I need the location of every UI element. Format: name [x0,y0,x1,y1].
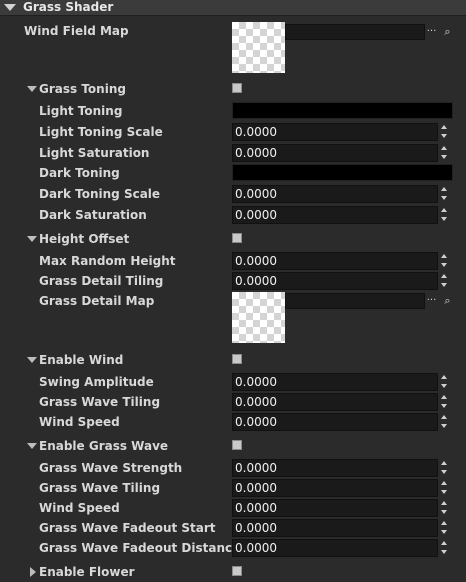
grass-wave-tiling-spinner[interactable] [440,394,448,410]
max-random-height-spinner[interactable] [440,253,448,269]
browse-icon[interactable]: ··· [425,295,438,308]
max-random-height-input[interactable]: 0.0000 [232,252,438,270]
grass-wave-tiling-label: Grass Wave Tiling [39,395,161,409]
chevron-right-icon[interactable] [30,567,36,577]
chevron-down-icon[interactable] [27,443,37,449]
dark-toning-color-swatch[interactable] [232,164,453,181]
grass-toning-checkbox[interactable] [232,83,242,93]
dark-saturation-spinner[interactable] [440,207,448,223]
enable-flower-checkbox[interactable] [232,566,242,576]
grass-toning-label: Grass Toning [39,82,126,96]
wave-wind-speed-row: Wind Speed 0.0000 [0,498,466,518]
grass-detail-tiling-spinner[interactable] [440,273,448,289]
section-title: Grass Shader [23,0,114,14]
light-saturation-input[interactable]: 0.0000 [232,144,438,162]
fadeout-distance-spinner[interactable] [440,540,448,556]
wind-field-map-thumbnail[interactable] [232,22,285,73]
grass-wave-strength-label: Grass Wave Strength [39,461,183,475]
swing-amplitude-spinner[interactable] [440,374,448,390]
wind-field-map-label: Wind Field Map [24,24,129,38]
dark-toning-scale-input[interactable]: 0.0000 [232,185,438,203]
light-toning-label: Light Toning [39,104,123,118]
grass-detail-tiling-input[interactable]: 0.0000 [232,272,438,290]
grass-toning-section[interactable]: Grass Toning [0,79,466,99]
fadeout-start-spinner[interactable] [440,520,448,536]
wind-field-map-path-field[interactable] [285,24,425,40]
property-panel: Grass Shader Wind Field Map ··· ⌕ Grass … [0,0,466,582]
grass-detail-map-path-field[interactable] [285,293,425,309]
grass-wave-tiling-input[interactable]: 0.0000 [232,393,438,411]
grass-detail-map-label: Grass Detail Map [39,294,155,308]
light-toning-scale-label: Light Toning Scale [39,125,163,139]
chevron-down-icon[interactable] [27,236,37,242]
swing-amplitude-row: Swing Amplitude 0.0000 [0,372,466,392]
height-offset-section[interactable]: Height Offset [0,229,466,249]
grass-wave-tiling-spinner[interactable] [440,480,448,496]
enable-wind-label: Enable Wind [39,353,124,367]
chevron-down-icon[interactable] [27,86,37,92]
enable-grass-wave-checkbox[interactable] [232,440,242,450]
light-saturation-spinner[interactable] [440,145,448,161]
fadeout-distance-label: Grass Wave Fadeout Distance [39,541,241,555]
wind-speed-label: Wind Speed [39,501,120,515]
light-toning-scale-spinner[interactable] [440,124,448,140]
grass-wave-strength-row: Grass Wave Strength 0.0000 [0,458,466,478]
fadeout-start-label: Grass Wave Fadeout Start [39,521,216,535]
dark-saturation-row: Dark Saturation 0.0000 [0,205,466,225]
wind-speed-spinner[interactable] [440,500,448,516]
search-icon[interactable]: ⌕ [442,295,453,308]
grass-wave-tiling-input[interactable]: 0.0000 [232,479,438,497]
enable-flower-label: Enable Flower [39,565,135,579]
grass-shader-header[interactable]: Grass Shader [0,0,466,16]
dark-toning-scale-label: Dark Toning Scale [39,187,161,201]
fadeout-start-input[interactable]: 0.0000 [232,519,438,537]
fadeout-start-row: Grass Wave Fadeout Start 0.0000 [0,518,466,538]
enable-wind-checkbox[interactable] [232,354,242,364]
dark-saturation-input[interactable]: 0.0000 [232,206,438,224]
wave-grass-wave-tiling-row: Grass Wave Tiling 0.0000 [0,478,466,498]
wind-speed-label: Wind Speed [39,415,120,429]
wind-speed-input[interactable]: 0.0000 [232,499,438,517]
wind-speed-spinner[interactable] [440,414,448,430]
max-random-height-row: Max Random Height 0.0000 [0,251,466,271]
swing-amplitude-input[interactable]: 0.0000 [232,373,438,391]
max-random-height-label: Max Random Height [39,254,176,268]
dark-toning-row: Dark Toning [0,163,466,183]
dark-toning-label: Dark Toning [39,166,120,180]
enable-flower-section[interactable]: Enable Flower [0,562,466,582]
fadeout-distance-row: Grass Wave Fadeout Distance 0.0000 [0,538,466,558]
grass-detail-tiling-label: Grass Detail Tiling [39,274,164,288]
height-offset-checkbox[interactable] [232,233,242,243]
wind-speed-row: Wind Speed 0.0000 [0,412,466,432]
height-offset-label: Height Offset [39,232,130,246]
grass-wave-strength-spinner[interactable] [440,460,448,476]
dark-toning-scale-row: Dark Toning Scale 0.0000 [0,184,466,204]
grass-wave-strength-input[interactable]: 0.0000 [232,459,438,477]
grass-detail-map-thumbnail[interactable] [232,292,285,343]
light-saturation-row: Light Saturation 0.0000 [0,143,466,163]
light-toning-scale-input[interactable]: 0.0000 [232,123,438,141]
dark-saturation-label: Dark Saturation [39,208,147,222]
enable-wind-section[interactable]: Enable Wind [0,350,466,370]
grass-detail-tiling-row: Grass Detail Tiling 0.0000 [0,271,466,291]
wind-speed-input[interactable]: 0.0000 [232,413,438,431]
light-toning-color-swatch[interactable] [232,102,453,119]
browse-icon[interactable]: ··· [425,26,438,39]
light-saturation-label: Light Saturation [39,146,150,160]
light-toning-scale-row: Light Toning Scale 0.0000 [0,122,466,142]
search-icon[interactable]: ⌕ [442,26,453,39]
grass-wave-tiling-label: Grass Wave Tiling [39,481,161,495]
enable-grass-wave-section[interactable]: Enable Grass Wave [0,436,466,456]
chevron-down-icon[interactable] [27,357,37,363]
chevron-down-icon[interactable] [4,4,16,11]
wind-grass-wave-tiling-row: Grass Wave Tiling 0.0000 [0,392,466,412]
enable-grass-wave-label: Enable Grass Wave [39,439,169,453]
dark-toning-scale-spinner[interactable] [440,186,448,202]
fadeout-distance-input[interactable]: 0.0000 [232,539,438,557]
swing-amplitude-label: Swing Amplitude [39,375,154,389]
light-toning-row: Light Toning [0,101,466,121]
